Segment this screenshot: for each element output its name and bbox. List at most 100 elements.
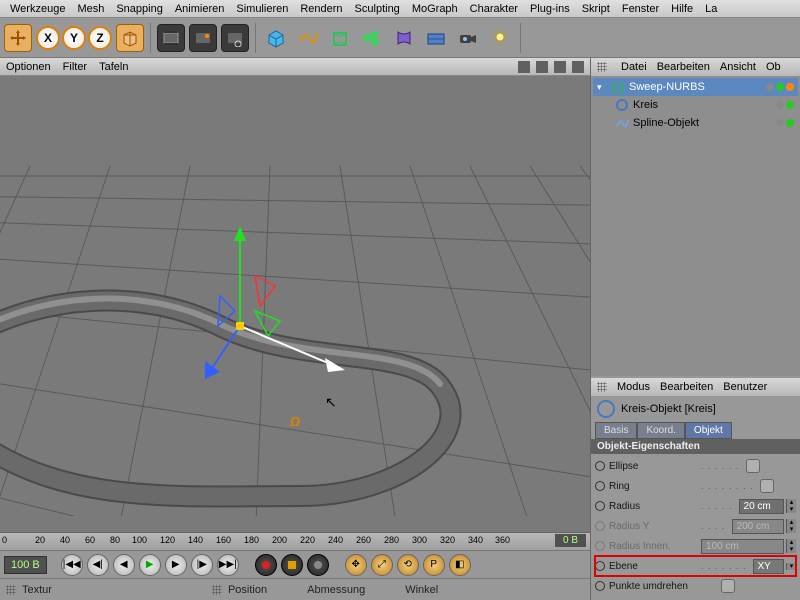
vp-tafeln[interactable]: Tafeln bbox=[99, 61, 128, 73]
render-picture-icon[interactable] bbox=[189, 24, 217, 52]
prop-label: Ellipse bbox=[609, 461, 699, 472]
vp-optionen[interactable]: Optionen bbox=[6, 61, 51, 73]
radius-field[interactable]: 20 cm bbox=[739, 499, 784, 514]
axis-x-toggle[interactable]: X bbox=[36, 26, 60, 50]
prop-label: Punkte umdrehen bbox=[609, 581, 719, 592]
prop-ring: Ring . . . . . . . . bbox=[595, 476, 796, 496]
nurbs-icon[interactable] bbox=[326, 24, 354, 52]
axis-z-toggle[interactable]: Z bbox=[88, 26, 112, 50]
keysel-button[interactable] bbox=[307, 554, 329, 576]
key-pla-icon[interactable]: ◧ bbox=[449, 554, 471, 576]
textur-label: Textur bbox=[22, 584, 52, 596]
spline-obj-icon bbox=[615, 116, 629, 130]
om-bearbeiten[interactable]: Bearbeiten bbox=[657, 61, 710, 73]
modeling-icon[interactable] bbox=[358, 24, 386, 52]
tree-toggle-icon[interactable]: ▾ bbox=[597, 82, 607, 93]
tl-tick: 0 bbox=[2, 535, 7, 545]
playback-bar: 100 B |◀◀ ◀| ◀ ▶ ▶ |▶ ▶▶| ✥ ⤢ ⟲ P ◧ bbox=[0, 550, 590, 578]
menu-fenster[interactable]: Fenster bbox=[616, 3, 665, 15]
menu-charakter[interactable]: Charakter bbox=[464, 3, 524, 15]
camera-icon[interactable] bbox=[454, 24, 482, 52]
om-datei[interactable]: Datei bbox=[621, 61, 647, 73]
prop-label: Radius bbox=[609, 501, 699, 512]
menu-rendern[interactable]: Rendern bbox=[294, 3, 348, 15]
prop-label: Ring bbox=[609, 481, 699, 492]
menu-plugins[interactable]: Plug-ins bbox=[524, 3, 576, 15]
menu-werkzeuge[interactable]: Werkzeuge bbox=[4, 3, 71, 15]
timeline-current-frame: 0 B bbox=[555, 534, 586, 547]
radio-icon bbox=[595, 541, 605, 551]
tree-row-spline[interactable]: Spline-Objekt bbox=[593, 114, 798, 132]
frame-end-field[interactable]: 100 B bbox=[4, 556, 47, 574]
ring-checkbox[interactable] bbox=[760, 479, 774, 493]
prev-key-button[interactable]: ◀| bbox=[87, 554, 109, 576]
ebene-dropdown[interactable]: XY bbox=[753, 559, 784, 574]
key-param-icon[interactable]: P bbox=[423, 554, 445, 576]
punkte-checkbox[interactable] bbox=[721, 579, 735, 593]
next-key-button[interactable]: |▶ bbox=[191, 554, 213, 576]
vp-filter[interactable]: Filter bbox=[63, 61, 87, 73]
environment-icon[interactable] bbox=[422, 24, 450, 52]
menu-sculpting[interactable]: Sculpting bbox=[349, 3, 406, 15]
move-tool-icon[interactable] bbox=[4, 24, 32, 52]
spinner-icon: ▴▾ bbox=[786, 519, 796, 533]
prev-frame-button[interactable]: ◀ bbox=[113, 554, 135, 576]
prop-label: Radius Innen. bbox=[609, 541, 699, 552]
render-view-icon[interactable] bbox=[157, 24, 185, 52]
axis-y-toggle[interactable]: Y bbox=[62, 26, 86, 50]
menu-mograph[interactable]: MoGraph bbox=[406, 3, 464, 15]
goto-end-button[interactable]: ▶▶| bbox=[217, 554, 239, 576]
tree-label: Sweep-NURBS bbox=[629, 81, 705, 93]
om-ansicht[interactable]: Ansicht bbox=[720, 61, 756, 73]
radio-icon bbox=[595, 581, 605, 591]
key-rot-icon[interactable]: ⟲ bbox=[397, 554, 419, 576]
axis-group: X Y Z bbox=[36, 26, 112, 50]
viewport-label: Ω bbox=[290, 414, 300, 429]
menu-overflow[interactable]: La bbox=[699, 3, 723, 15]
ellipse-checkbox[interactable] bbox=[746, 459, 760, 473]
tree-row-sweep[interactable]: ▾ Sweep-NURBS bbox=[593, 78, 798, 96]
spinner-icon[interactable]: ▴▾ bbox=[786, 499, 796, 513]
menu-simulieren[interactable]: Simulieren bbox=[230, 3, 294, 15]
render-settings-icon[interactable] bbox=[221, 24, 249, 52]
attr-modus[interactable]: Modus bbox=[617, 381, 650, 393]
tab-koord[interactable]: Koord. bbox=[637, 422, 684, 439]
attr-bearbeiten[interactable]: Bearbeiten bbox=[660, 381, 713, 393]
circle-icon bbox=[615, 98, 629, 112]
menu-hilfe[interactable]: Hilfe bbox=[665, 3, 699, 15]
tab-objekt[interactable]: Objekt bbox=[685, 422, 732, 439]
menu-mesh[interactable]: Mesh bbox=[71, 3, 110, 15]
attr-benutzer[interactable]: Benutzer bbox=[723, 381, 767, 393]
vp-nav-rotate-icon[interactable] bbox=[554, 61, 566, 73]
key-pos-icon[interactable]: ✥ bbox=[345, 554, 367, 576]
next-frame-button[interactable]: ▶ bbox=[165, 554, 187, 576]
tree-label: Kreis bbox=[633, 99, 658, 111]
object-tree[interactable]: ▾ Sweep-NURBS Kreis bbox=[591, 76, 800, 376]
record-button[interactable] bbox=[255, 554, 277, 576]
menu-skript[interactable]: Skript bbox=[576, 3, 616, 15]
3d-viewport[interactable]: Ω ↖ bbox=[0, 76, 590, 532]
menu-snapping[interactable]: Snapping bbox=[110, 3, 169, 15]
vp-nav-move-icon[interactable] bbox=[518, 61, 530, 73]
tree-row-kreis[interactable]: Kreis bbox=[593, 96, 798, 114]
key-scale-icon[interactable]: ⤢ bbox=[371, 554, 393, 576]
main-toolbar: X Y Z bbox=[0, 18, 800, 58]
light-icon[interactable] bbox=[486, 24, 514, 52]
deformer-icon[interactable] bbox=[390, 24, 418, 52]
spline-primitive-icon[interactable] bbox=[294, 24, 322, 52]
timeline-ruler[interactable]: 0 204060 80100120 140160180 200220240 26… bbox=[0, 532, 590, 550]
attr-section-title: Objekt-Eigenschaften bbox=[591, 439, 800, 454]
cube-primitive-icon[interactable] bbox=[262, 24, 290, 52]
menu-animieren[interactable]: Animieren bbox=[169, 3, 231, 15]
goto-start-button[interactable]: |◀◀ bbox=[61, 554, 83, 576]
om-overflow[interactable]: Ob bbox=[766, 61, 781, 73]
prop-radius-y: Radius Y . . . . 200 cm ▴▾ bbox=[595, 516, 796, 536]
cube-icon[interactable] bbox=[116, 24, 144, 52]
autokey-button[interactable] bbox=[281, 554, 303, 576]
radio-icon bbox=[595, 501, 605, 511]
tab-basis[interactable]: Basis bbox=[595, 422, 637, 439]
vp-nav-layout-icon[interactable] bbox=[572, 61, 584, 73]
play-button[interactable]: ▶ bbox=[139, 554, 161, 576]
vp-nav-zoom-icon[interactable] bbox=[536, 61, 548, 73]
dropdown-arrow-icon[interactable]: ▾ bbox=[786, 563, 796, 570]
